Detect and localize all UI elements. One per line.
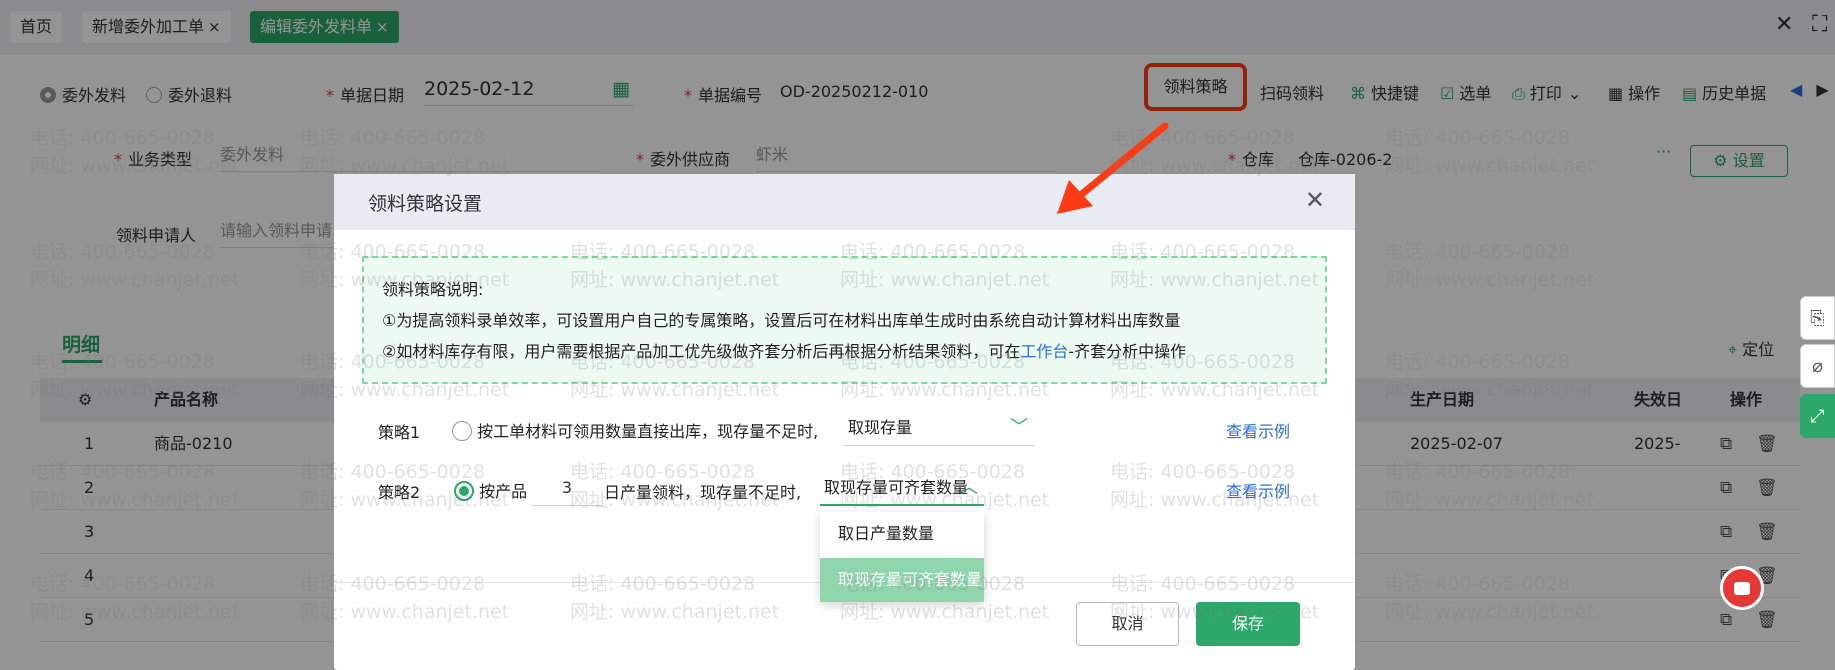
strategy-2-dropdown: 取日产量数量 取现存量可齐套数量 [820, 512, 984, 602]
strategy-2-label: 策略2 [378, 483, 421, 502]
annotation-arrow-icon [1057, 122, 1169, 214]
strategy-2-radio[interactable]: 按产品 [454, 478, 527, 502]
save-button[interactable]: 保存 [1196, 602, 1300, 646]
strategy-1-radio[interactable]: 按工单材料可领用数量直接出库，现存量不足时, [452, 418, 818, 442]
strategy-1-select[interactable]: 取现存量 ﹀ [844, 410, 1034, 446]
dialog-header: 领料策略设置 ✕ [334, 174, 1355, 230]
chevron-down-icon: ﹀ [1010, 417, 1028, 438]
dialog-title: 领料策略设置 [368, 193, 483, 215]
days-input[interactable]: 3 [532, 470, 602, 506]
expand-icon[interactable]: ⤢ [1800, 394, 1835, 438]
radio-icon [452, 421, 472, 441]
dropdown-option-selected[interactable]: 取现存量可齐套数量 [820, 558, 984, 602]
strategy-notice: 领料策略说明: ①为提高领料录单效率，可设置用户自己的专属策略，设置后可在材料出… [362, 256, 1327, 384]
strategy-2-text: 日产量领料，现存量不足时, [604, 483, 802, 502]
notice-title: 领料策略说明: [382, 280, 484, 299]
radio-selected-icon [454, 481, 474, 501]
strategy-settings-dialog: 领料策略设置 ✕ 领料策略说明: ①为提高领料录单效率，可设置用户自己的专属策略… [334, 174, 1355, 670]
cancel-button[interactable]: 取消 [1076, 602, 1179, 646]
workbench-link[interactable]: 工作台 [1020, 342, 1068, 361]
notice-line-2: ②如材料库存有限，用户需要根据产品加工优先级做齐套分析后再根据分析结果领料，可在… [382, 342, 1187, 361]
close-icon[interactable]: ✕ [1305, 186, 1325, 214]
dropdown-option[interactable]: 取日产量数量 [820, 512, 984, 556]
chevron-up-icon: ︿ [960, 477, 978, 498]
attachment-icon[interactable]: ⌀ [1800, 344, 1835, 388]
side-panel-icon[interactable]: ⎘ [1800, 296, 1835, 340]
view-example-link-1[interactable]: 查看示例 [1226, 418, 1290, 442]
view-example-link-2[interactable]: 查看示例 [1226, 478, 1290, 502]
chat-icon[interactable] [1720, 566, 1764, 610]
strategy-2-select[interactable]: 取现存量可齐套数量 ︿ [820, 470, 984, 506]
strategy-1-label: 策略1 [378, 423, 421, 442]
notice-line-1: ①为提高领料录单效率，可设置用户自己的专属策略，设置后可在材料出库单生成时由系统… [382, 311, 1181, 330]
